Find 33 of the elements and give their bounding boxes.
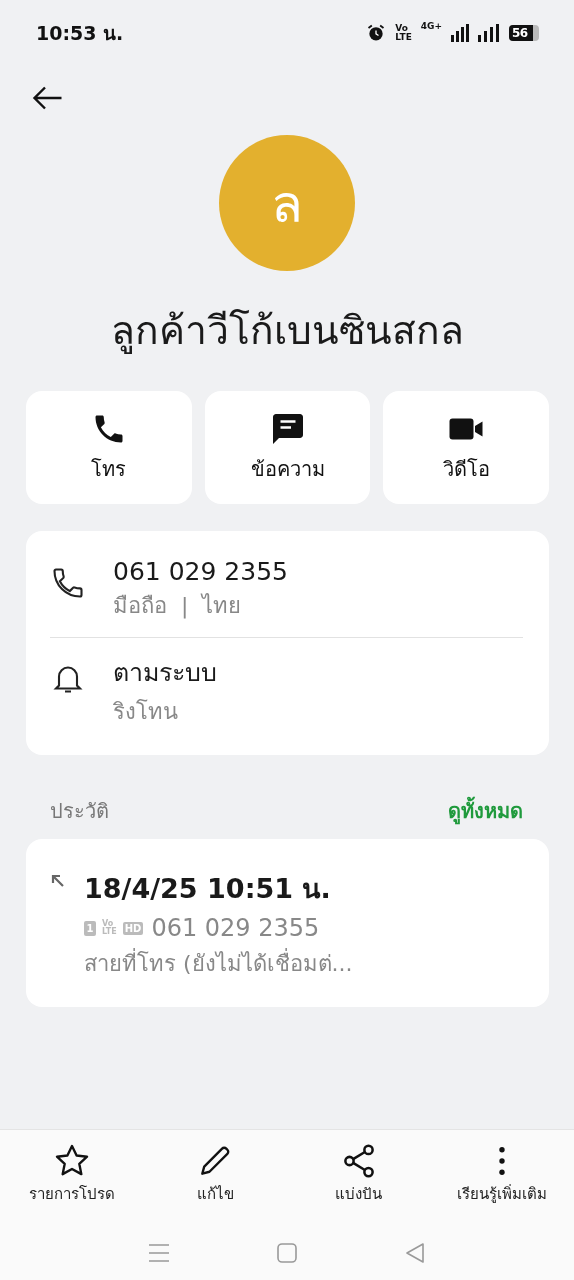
share-button[interactable]: แบ่งปัน bbox=[287, 1142, 431, 1206]
volte-label: LTE bbox=[395, 33, 412, 42]
volte-label: Vo bbox=[102, 920, 114, 928]
favorites-button[interactable]: รายการโปรด bbox=[0, 1142, 144, 1206]
number-type: มือถือ | ไทย bbox=[113, 592, 243, 621]
menu-icon[interactable] bbox=[148, 1242, 170, 1264]
ringtone-name: ตามระบบ bbox=[113, 657, 217, 689]
signal-icon bbox=[451, 24, 469, 42]
section-title: ประวัติ bbox=[50, 798, 109, 825]
back-icon[interactable] bbox=[404, 1242, 426, 1264]
contact-avatar: ล bbox=[219, 135, 355, 271]
hd-label: HD bbox=[122, 921, 144, 935]
call-button[interactable]: โทร bbox=[26, 391, 192, 504]
sim-label: 1 bbox=[84, 920, 96, 936]
volte-label: LTE bbox=[102, 928, 117, 936]
more-icon bbox=[499, 1144, 506, 1178]
call-status: สายที่โทร (ยังไม่ได้เชื่อมต่... bbox=[84, 946, 353, 981]
call-number: 061 029 2355 bbox=[151, 914, 320, 942]
contact-name: ลูกค้าวีโก้เบนซินสกล bbox=[109, 307, 465, 356]
phone-number: 061 029 2355 bbox=[113, 557, 288, 586]
network-type-label: 4G+ bbox=[420, 21, 442, 31]
call-time: 18/4/25 10:51 น. bbox=[84, 872, 332, 906]
signal-icon bbox=[478, 24, 500, 42]
home-icon[interactable] bbox=[276, 1242, 298, 1264]
alarm-clock-icon bbox=[366, 23, 387, 43]
battery-percent: 56 bbox=[511, 26, 528, 40]
edit-button[interactable]: แก้ไข bbox=[143, 1142, 287, 1206]
video-button[interactable]: วิดีโอ bbox=[383, 391, 549, 504]
more-button[interactable]: เรียนรู้เพิ่มเติม bbox=[430, 1142, 574, 1206]
status-time: 10:53 น. bbox=[36, 21, 124, 46]
ringtone-label: ริงโทน bbox=[113, 698, 179, 726]
volte-label: Vo bbox=[395, 24, 409, 33]
message-button[interactable]: ข้อความ bbox=[204, 391, 371, 504]
